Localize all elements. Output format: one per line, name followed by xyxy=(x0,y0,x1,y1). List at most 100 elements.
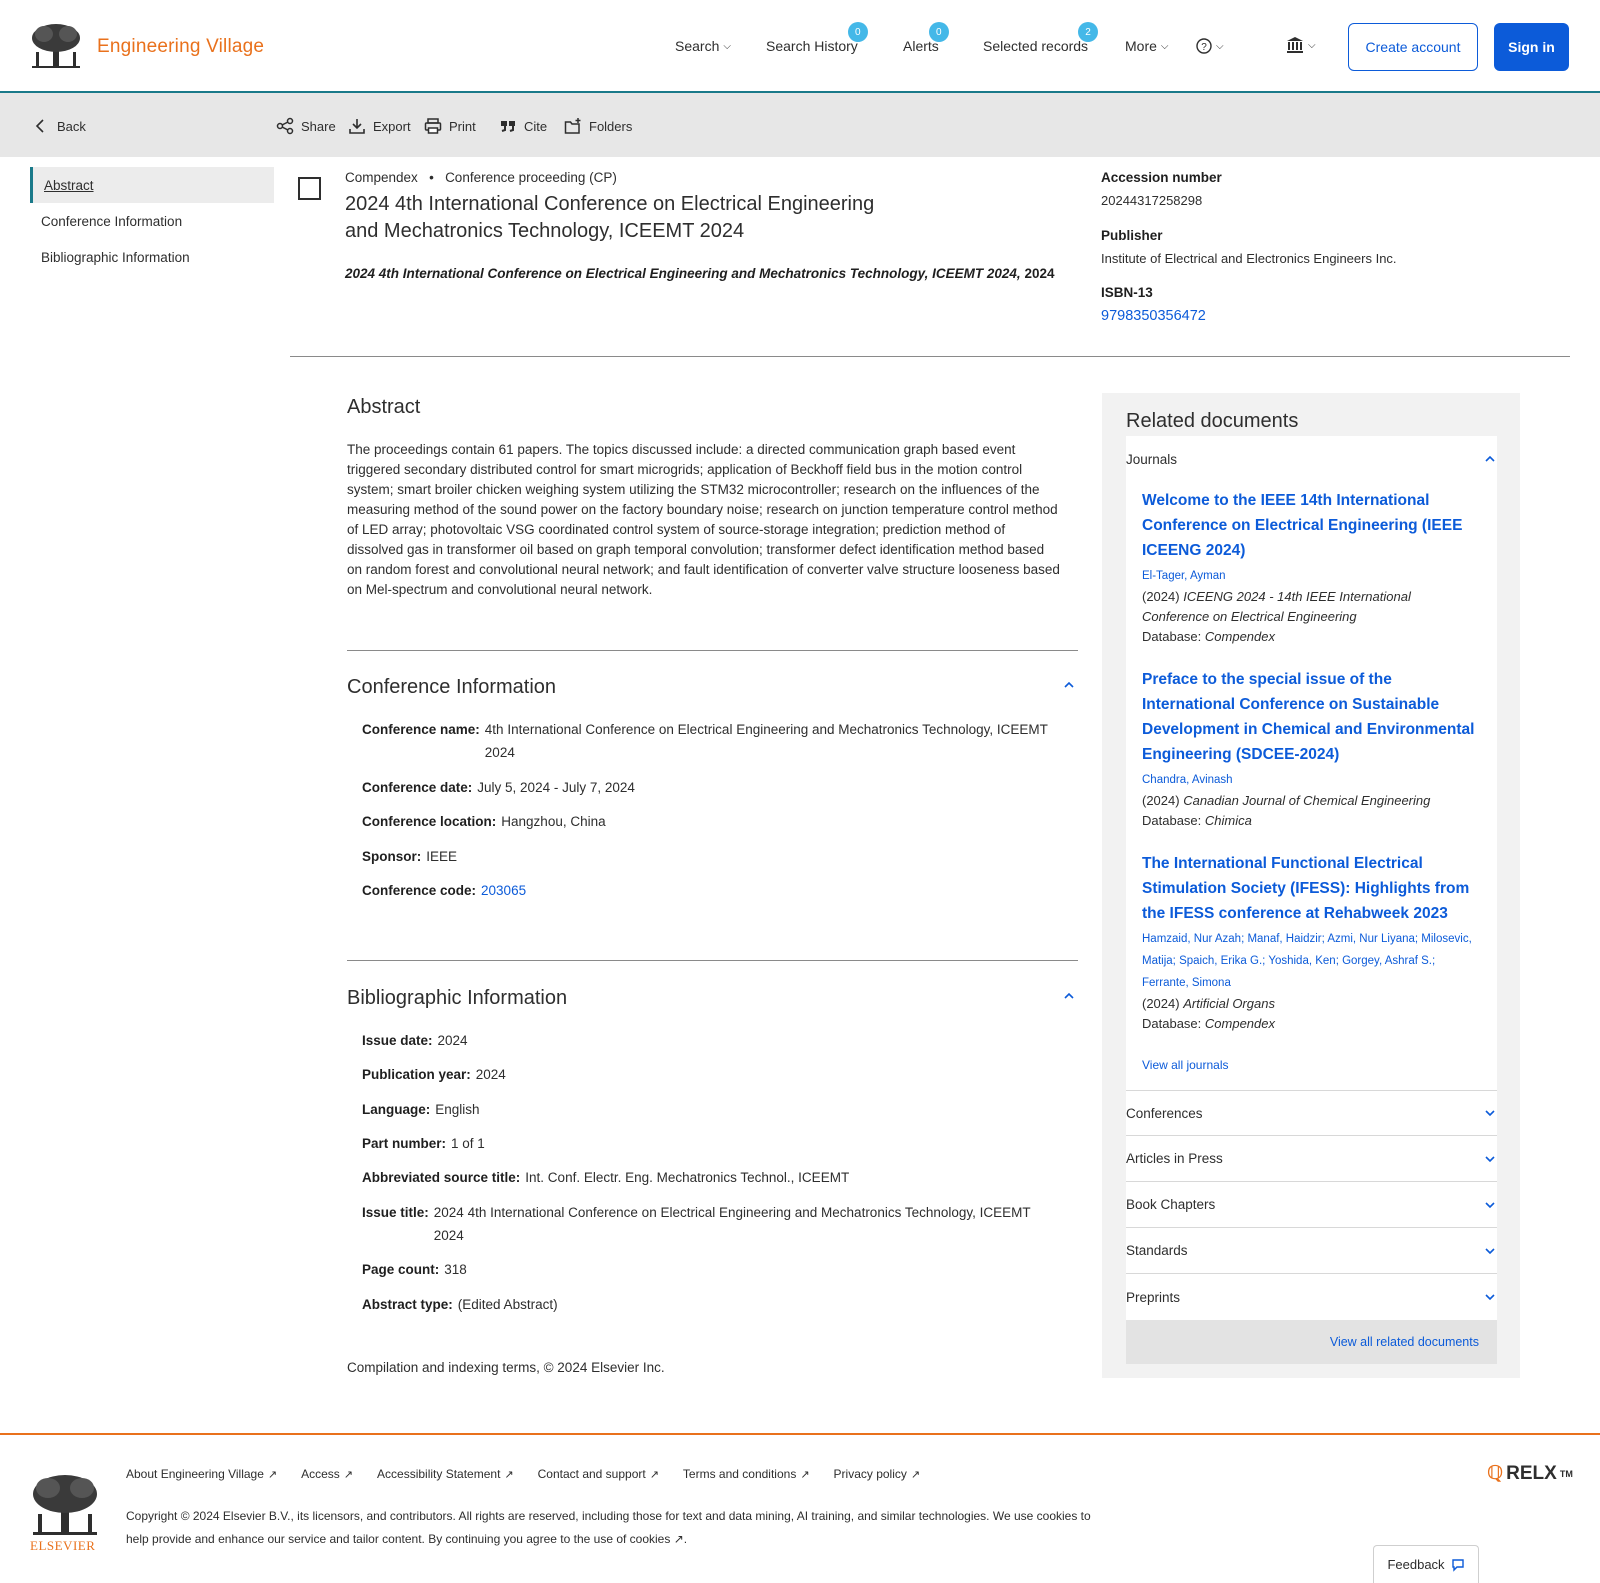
publisher-label: Publisher xyxy=(1101,228,1163,243)
help-menu[interactable]: ? ⌵ xyxy=(1196,38,1224,54)
chevron-down-icon xyxy=(1485,1155,1495,1162)
preprints-accordion-header[interactable]: Preprints xyxy=(1126,1274,1497,1320)
elsevier-tree-logo-icon[interactable] xyxy=(30,22,82,70)
section-nav-bibliographic-information[interactable]: Bibliographic Information xyxy=(30,239,274,275)
abstract-text: The proceedings contain 61 papers. The t… xyxy=(347,442,1060,597)
publication-year-label: Publication year: xyxy=(362,1067,471,1082)
print-button[interactable]: Print xyxy=(424,117,476,135)
elsevier-tree-logo-icon[interactable] xyxy=(30,1472,100,1538)
related-document-title-link[interactable]: Welcome to the IEEE 14th International C… xyxy=(1142,488,1481,563)
view-all-related-documents-link[interactable]: View all related documents xyxy=(1126,1320,1497,1364)
related-document-db-value: Compendex xyxy=(1204,1016,1275,1031)
chevron-down-icon: ⌵ xyxy=(723,40,731,52)
related-document-db-value: Compendex xyxy=(1204,629,1275,644)
footer-link-contact-label: Contact and support xyxy=(537,1467,646,1481)
share-button[interactable]: Share xyxy=(276,117,336,135)
chevron-down-icon xyxy=(1485,1201,1495,1208)
standards-accordion-header[interactable]: Standards xyxy=(1126,1228,1497,1274)
institution-icon xyxy=(1287,37,1303,53)
related-document-source-title: ICEENG 2024 - 14th IEEE International Co… xyxy=(1142,589,1411,624)
chevron-down-icon xyxy=(1485,1110,1495,1117)
nav-alerts[interactable]: Alerts 0 xyxy=(903,22,949,54)
conference-code-link[interactable]: 203065 xyxy=(481,879,526,902)
external-link-icon: ↗ xyxy=(267,1469,278,1481)
section-divider xyxy=(347,650,1078,651)
record-meta: Compendex • Conference proceeding (CP) xyxy=(345,170,617,185)
feedback-button[interactable]: Feedback xyxy=(1373,1545,1479,1583)
chevron-up-icon xyxy=(1485,455,1495,462)
related-document-db-label: Database: xyxy=(1142,1016,1202,1031)
nav-selected-records-label: Selected records xyxy=(983,38,1089,54)
related-documents-panel: Related documents Journals Welcome to th… xyxy=(1102,393,1520,1378)
conference-date-field: Conference date: July 5, 2024 - July 7, … xyxy=(362,776,635,799)
folders-label: Folders xyxy=(589,118,633,134)
external-link-icon: ↗ xyxy=(649,1469,659,1481)
create-account-button[interactable]: Create account xyxy=(1348,23,1478,71)
related-accordion: Journals Welcome to the IEEE 14th Intern… xyxy=(1126,436,1497,1364)
export-button[interactable]: Export xyxy=(348,117,411,135)
related-document-db-label: Database: xyxy=(1142,629,1202,644)
conferences-accordion-header[interactable]: Conferences xyxy=(1126,1090,1497,1136)
isbn-link[interactable]: 9798350356472 xyxy=(1101,308,1206,324)
cookies-link[interactable]: ↗ xyxy=(670,1532,684,1546)
book-chapters-accordion-header[interactable]: Book Chapters xyxy=(1126,1182,1497,1228)
articles-in-press-accordion-header[interactable]: Articles in Press xyxy=(1126,1136,1497,1182)
related-document-title-link[interactable]: Preface to the special issue of the Inte… xyxy=(1142,667,1481,767)
issue-title-value: 2024 4th International Conference on Ele… xyxy=(433,1205,1031,1243)
related-document-authors[interactable]: Chandra, Avinash xyxy=(1142,769,1481,791)
folders-button[interactable]: Folders xyxy=(564,117,632,135)
nav-more[interactable]: More ⌵ xyxy=(1125,38,1169,54)
folder-add-icon xyxy=(564,118,581,134)
nav-selected-records[interactable]: Selected records 2 xyxy=(983,22,1099,54)
nav-search-history[interactable]: Search History 0 xyxy=(766,22,868,54)
footer-link-terms[interactable]: Terms and conditions ↗ xyxy=(683,1467,810,1481)
related-documents-heading: Related documents xyxy=(1126,410,1299,432)
record-source: 2024 4th International Conference on Ele… xyxy=(345,266,1054,281)
articles-in-press-label: Articles in Press xyxy=(1126,1151,1223,1166)
related-document-source: (2024) ICEENG 2024 - 14th IEEE Internati… xyxy=(1142,587,1481,627)
related-document-authors[interactable]: Hamzaid, Nur Azah; Manaf, Haidzir; Azmi,… xyxy=(1142,928,1481,994)
back-button[interactable]: Back xyxy=(32,117,86,135)
sign-in-button[interactable]: Sign in xyxy=(1494,23,1569,71)
sponsor-field: Sponsor: IEEE xyxy=(362,845,457,868)
collapse-conference-button[interactable] xyxy=(1062,678,1076,692)
relx-logo[interactable]: ℚ RELX TM xyxy=(1487,1462,1573,1485)
related-document-title-link[interactable]: The International Functional Electrical … xyxy=(1142,851,1481,926)
section-nav-abstract[interactable]: Abstract xyxy=(30,167,274,203)
footer-link-accessibility[interactable]: Accessibility Statement ↗ xyxy=(377,1467,514,1481)
abbreviated-source-label: Abbreviated source title: xyxy=(362,1170,521,1185)
alerts-count-badge: 0 xyxy=(928,22,949,42)
nav-search[interactable]: Search ⌵ xyxy=(675,38,731,54)
external-link-icon: ↗ xyxy=(800,1469,810,1481)
language-label: Language: xyxy=(362,1102,431,1117)
relx-trademark: TM xyxy=(1559,1468,1573,1479)
export-label: Export xyxy=(373,118,411,134)
svg-text:?: ? xyxy=(1201,42,1207,53)
footer-link-about-label: About Engineering Village xyxy=(126,1467,264,1481)
selected-records-count-badge: 2 xyxy=(1078,22,1099,42)
institution-menu[interactable]: ⌵ xyxy=(1286,36,1316,54)
footer-link-about[interactable]: About Engineering Village ↗ xyxy=(126,1467,277,1481)
section-nav-conference-information[interactable]: Conference Information xyxy=(30,203,274,239)
compilation-note: Compilation and indexing terms, © 2024 E… xyxy=(347,1360,665,1375)
select-record-checkbox[interactable] xyxy=(298,177,321,200)
related-document-authors[interactable]: El-Tager, Ayman xyxy=(1142,565,1481,587)
record-source-title: 2024 4th International Conference on Ele… xyxy=(345,266,1021,281)
conference-date-value: July 5, 2024 - July 7, 2024 xyxy=(477,780,635,795)
footer-link-privacy[interactable]: Privacy policy ↗ xyxy=(834,1467,921,1481)
abstract-type-value: (Edited Abstract) xyxy=(457,1297,558,1312)
section-nav: Abstract Conference Information Bibliogr… xyxy=(30,167,274,275)
collapse-bibliographic-button[interactable] xyxy=(1062,989,1076,1003)
view-all-journals-link[interactable]: View all journals xyxy=(1126,1054,1497,1090)
relx-wordmark: RELX xyxy=(1506,1462,1557,1484)
cite-button[interactable]: Cite xyxy=(499,117,547,135)
brand-name[interactable]: Engineering Village xyxy=(97,36,264,58)
footer-link-contact[interactable]: Contact and support ↗ xyxy=(538,1467,659,1481)
publisher: Publisher Institute of Electrical and El… xyxy=(1101,228,1397,266)
journals-accordion-header[interactable]: Journals xyxy=(1126,436,1497,482)
record-database: Compendex xyxy=(345,170,418,185)
chevron-down-icon xyxy=(1485,1294,1495,1301)
footer-link-accessibility-label: Accessibility Statement xyxy=(377,1467,501,1481)
language-field: Language: English xyxy=(362,1098,480,1121)
footer-link-access[interactable]: Access ↗ xyxy=(301,1467,353,1481)
